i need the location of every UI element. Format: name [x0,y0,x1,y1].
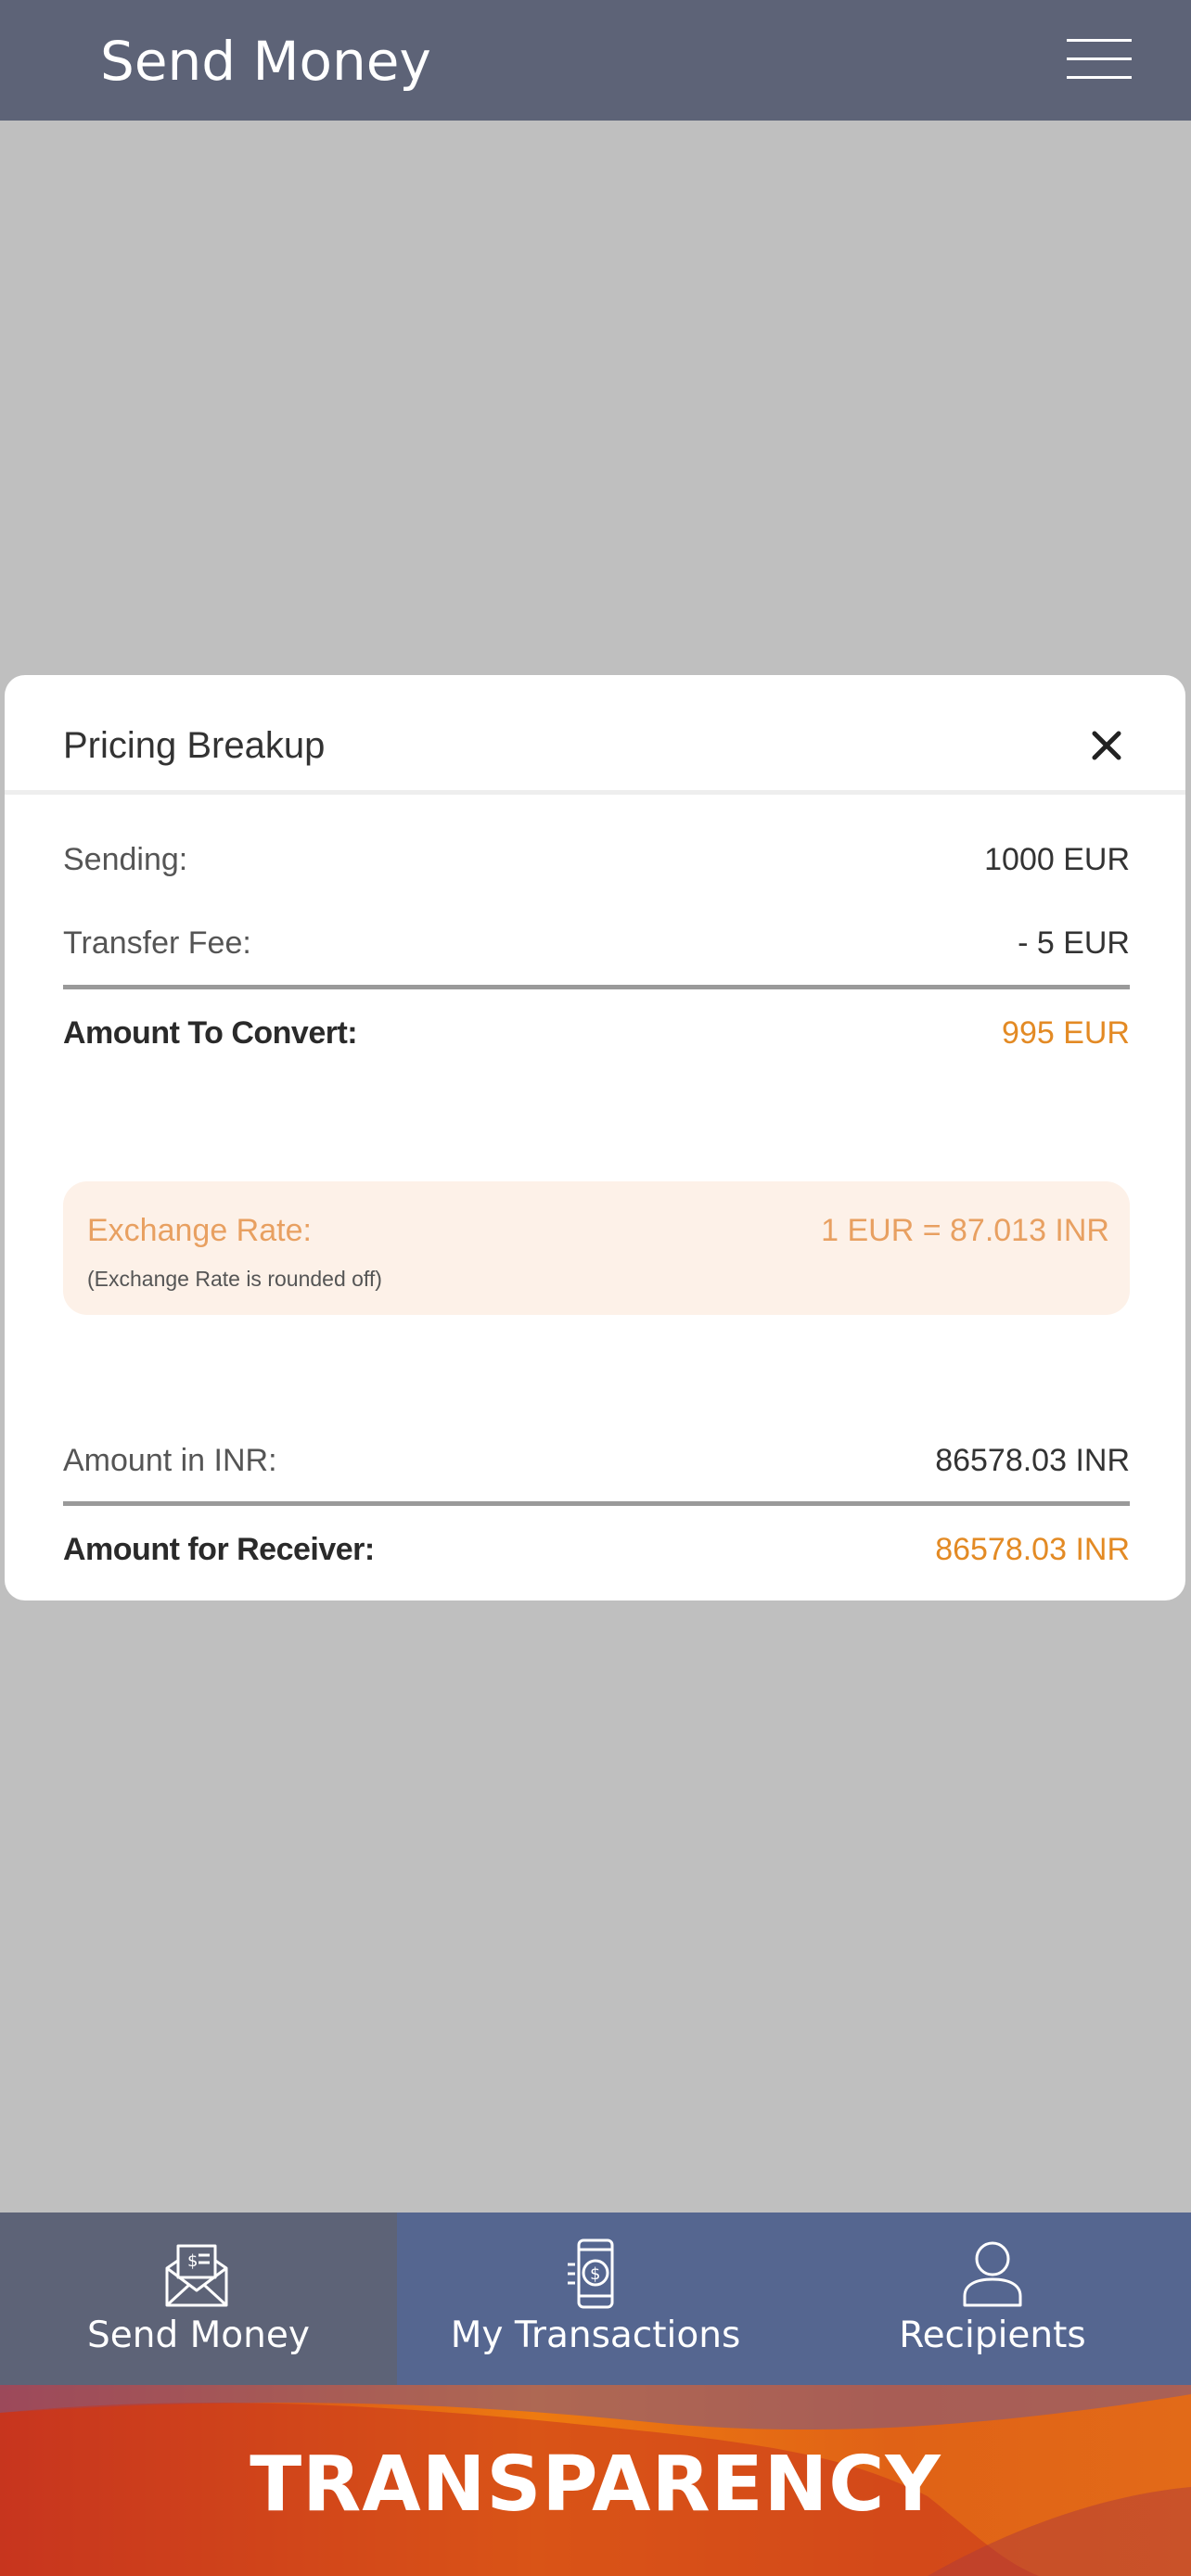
bottom-navigation: $ Send Money $ My Transactions Recipient… [0,2213,1191,2385]
transfer-fee-label: Transfer Fee: [63,925,251,961]
svg-text:$: $ [590,2264,600,2284]
nav-my-transactions-label: My Transactions [450,2315,741,2356]
svg-text:$: $ [187,2251,198,2271]
person-icon [955,2237,1030,2311]
amount-in-inr-label: Amount in INR: [63,1443,277,1478]
amount-in-inr-value: 86578.03 INR [935,1443,1130,1478]
exchange-rate-value: 1 EUR = 87.013 INR [821,1213,1109,1248]
amount-for-receiver-label: Amount for Receiver: [63,1532,375,1567]
nav-send-money[interactable]: $ Send Money [0,2213,397,2385]
pricing-breakup-modal: Pricing Breakup Sending: 1000 EUR Transf… [5,675,1185,1600]
app-header: Send Money [0,0,1191,121]
nav-recipients-label: Recipients [899,2315,1086,2356]
nav-recipients[interactable]: Recipients [794,2213,1191,2385]
transfer-fee-value: - 5 EUR [1018,925,1130,961]
promo-banner: TRANSPARENCY [0,2385,1191,2576]
sending-label: Sending: [63,842,188,877]
nav-send-money-label: Send Money [87,2315,310,2356]
sending-value: 1000 EUR [984,842,1130,877]
exchange-rate-box: Exchange Rate: (Exchange Rate is rounded… [63,1181,1130,1315]
exchange-rate-note: (Exchange Rate is rounded off) [87,1267,382,1291]
divider [63,1501,1130,1506]
hamburger-menu-icon[interactable] [1057,35,1132,85]
divider [63,985,1130,989]
amount-for-receiver-value: 86578.03 INR [935,1532,1130,1567]
amount-to-convert-value: 995 EUR [1002,1015,1130,1051]
envelope-money-icon: $ [160,2237,234,2311]
page-title: Send Money [100,30,431,93]
exchange-rate-label: Exchange Rate: [87,1213,312,1248]
nav-my-transactions[interactable]: $ My Transactions [397,2213,794,2385]
banner-text: TRANSPARENCY [250,2441,941,2529]
phone-dollar-icon: $ [558,2237,633,2311]
modal-title: Pricing Breakup [63,725,326,766]
amount-to-convert-label: Amount To Convert: [63,1015,358,1051]
close-icon[interactable] [1071,710,1142,781]
modal-header-divider [5,790,1185,795]
